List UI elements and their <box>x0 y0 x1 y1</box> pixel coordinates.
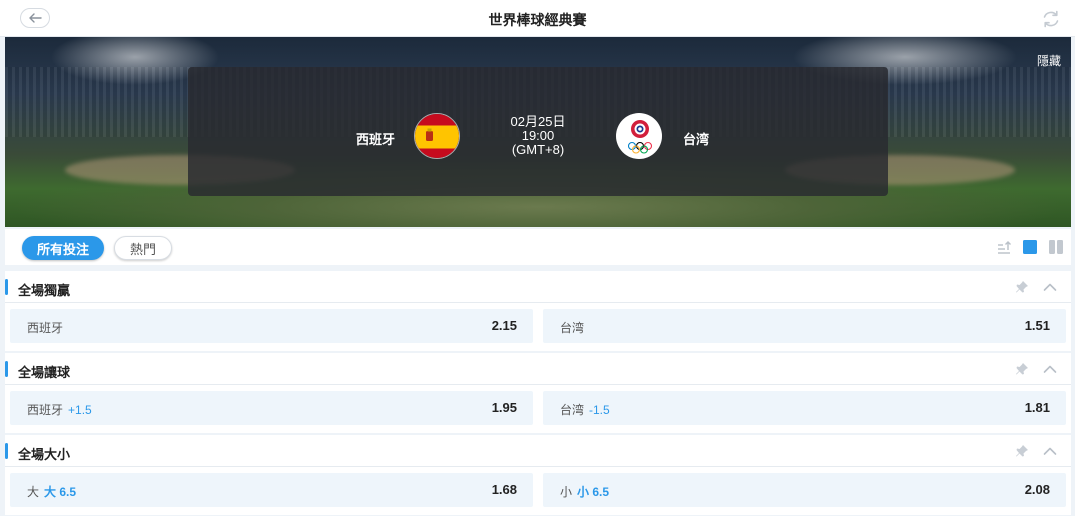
match-timezone: (GMT+8) <box>511 142 565 157</box>
tab-all-bets[interactable]: 所有投注 <box>22 236 104 260</box>
filter-bar: 所有投注 熱門 <box>5 229 1071 265</box>
market-section: 全場大小 大大 6.5 1.68 小小 6.5 2.08 <box>5 435 1071 515</box>
top-bar: 世界棒球經典賽 <box>0 0 1075 37</box>
total-line-value: 大 6.5 <box>44 485 77 499</box>
tab-popular[interactable]: 熱門 <box>114 236 172 260</box>
single-column-icon[interactable] <box>1023 240 1037 254</box>
odds-value: 1.51 <box>1024 318 1050 333</box>
section-accent <box>5 443 8 459</box>
match-info-card: 西班牙 02月25日 19:00 (GMT+8) 台湾 <box>188 67 888 196</box>
pin-icon[interactable] <box>1015 444 1029 458</box>
market-title: 全場大小 <box>18 447 71 462</box>
page-title: 世界棒球經典賽 <box>488 12 587 28</box>
hide-banner-link[interactable]: 隱藏 <box>1037 52 1061 69</box>
odds-value: 1.81 <box>1024 400 1050 415</box>
selection-label: 大大 6.5 <box>27 485 77 499</box>
market-section: 全場讓球 西班牙 +1.5 1.95 台湾 -1.5 1.81 <box>5 353 1071 433</box>
chevron-up-icon[interactable] <box>1043 445 1057 457</box>
odds-cell-home[interactable]: 西班牙 2.15 <box>10 309 533 343</box>
market-title: 全場獨贏 <box>18 283 71 298</box>
odds-cell-away[interactable]: 台湾 -1.5 1.81 <box>543 391 1066 425</box>
market-header[interactable]: 全場獨贏 <box>5 271 1071 303</box>
away-team-name: 台湾 <box>683 132 710 147</box>
pin-icon[interactable] <box>1015 280 1029 294</box>
odds-value: 1.95 <box>491 400 517 415</box>
refresh-icon[interactable] <box>1041 9 1061 29</box>
market-header[interactable]: 全場讓球 <box>5 353 1071 385</box>
match-banner: 隱藏 西班牙 02月25日 19:00 (GMT+8) 台湾 <box>5 37 1071 227</box>
match-datetime: 02月25日 19:00 (GMT+8) <box>488 115 588 157</box>
odds-value: 2.08 <box>1024 482 1050 497</box>
handicap-value: +1.5 <box>68 403 92 417</box>
selection-label: 西班牙 +1.5 <box>27 403 92 417</box>
market-section: 全場獨贏 西班牙 2.15 台湾 1.51 <box>5 271 1071 351</box>
total-line-value: 小 6.5 <box>577 485 610 499</box>
selection-label: 西班牙 <box>27 321 64 335</box>
odds-cell-home[interactable]: 西班牙 +1.5 1.95 <box>10 391 533 425</box>
chevron-up-icon[interactable] <box>1043 363 1057 375</box>
spain-flag-icon <box>414 113 460 159</box>
selection-label: 台湾 <box>560 321 585 335</box>
section-accent <box>5 279 8 295</box>
chevron-up-icon[interactable] <box>1043 281 1057 293</box>
home-team-name: 西班牙 <box>356 132 396 147</box>
odds-value: 1.68 <box>491 482 517 497</box>
handicap-value: -1.5 <box>589 403 610 417</box>
odds-cell-under[interactable]: 小小 6.5 2.08 <box>543 473 1066 507</box>
pin-icon[interactable] <box>1015 362 1029 376</box>
selection-label: 小小 6.5 <box>560 485 610 499</box>
match-time: 19:00 <box>521 128 555 143</box>
odds-cell-over[interactable]: 大大 6.5 1.68 <box>10 473 533 507</box>
selection-label: 台湾 -1.5 <box>560 403 610 417</box>
match-date: 02月25日 <box>510 114 566 129</box>
section-accent <box>5 361 8 377</box>
chinese-taipei-flag-icon <box>616 113 662 159</box>
odds-value: 2.15 <box>491 318 517 333</box>
odds-cell-away[interactable]: 台湾 1.51 <box>543 309 1066 343</box>
two-column-icon[interactable] <box>1049 240 1063 254</box>
market-header[interactable]: 全場大小 <box>5 435 1071 467</box>
sort-icon[interactable] <box>997 240 1011 254</box>
market-title: 全場讓球 <box>18 365 71 380</box>
